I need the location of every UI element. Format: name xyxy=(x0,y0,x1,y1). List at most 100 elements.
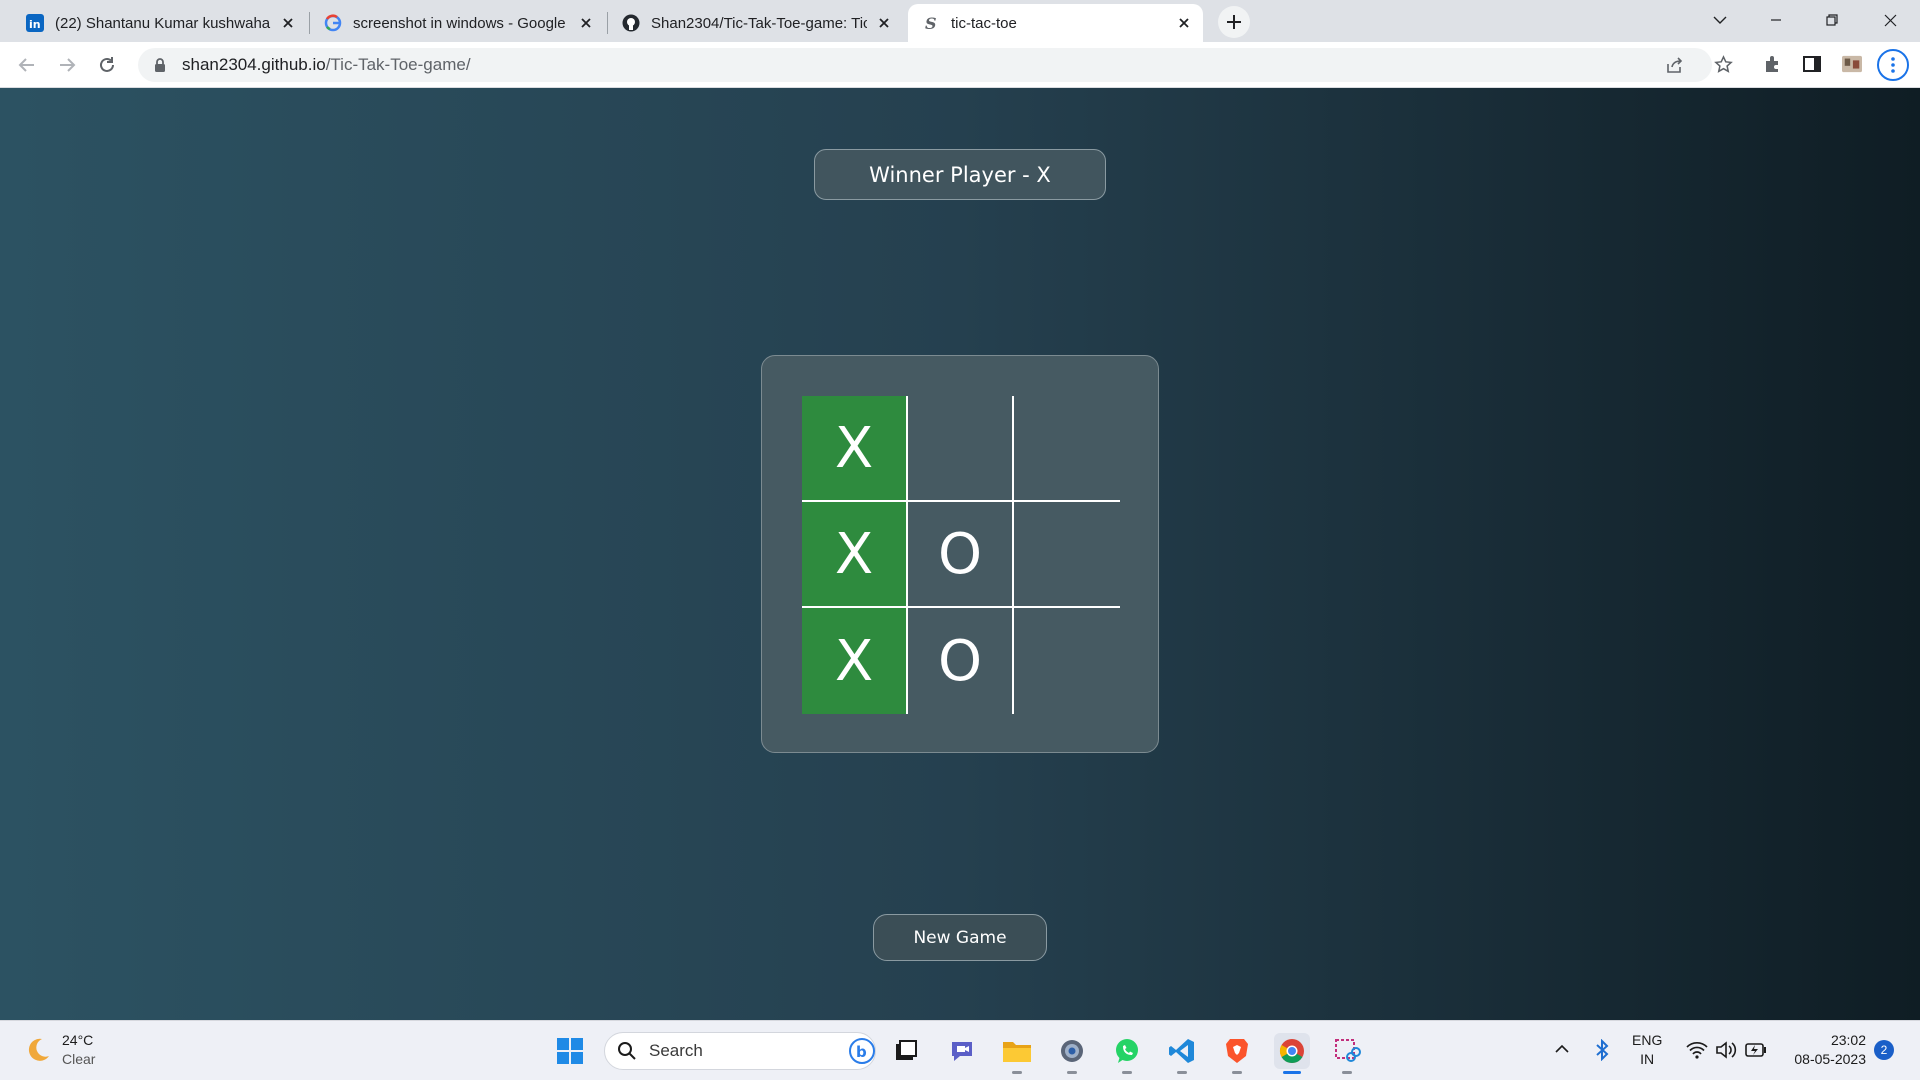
tab-title: screenshot in windows - Google xyxy=(353,14,566,32)
notification-badge[interactable]: 2 xyxy=(1874,1040,1894,1060)
file-explorer-button[interactable] xyxy=(999,1033,1035,1074)
gear-icon xyxy=(1061,1040,1083,1062)
profile-avatar[interactable] xyxy=(1842,54,1862,74)
board-cell-0-1[interactable] xyxy=(908,396,1014,502)
board-cell-0-2[interactable] xyxy=(1014,396,1120,502)
chrome-button[interactable] xyxy=(1274,1033,1310,1074)
url-text: shan2304.github.io/Tic-Tak-Toe-game/ xyxy=(182,55,471,75)
board-cell-2-2[interactable] xyxy=(1014,608,1120,714)
reload-button[interactable] xyxy=(91,49,123,81)
language-line2: IN xyxy=(1640,1051,1655,1067)
board-cell-1-0[interactable]: X xyxy=(802,502,908,608)
wifi-tray[interactable] xyxy=(1686,1039,1708,1061)
snipping-tool-icon xyxy=(1335,1039,1361,1062)
settings-button[interactable] xyxy=(1054,1033,1090,1074)
extensions-icon[interactable] xyxy=(1762,54,1782,74)
game-status: Winner Player - X xyxy=(814,149,1106,200)
close-tab-icon[interactable] xyxy=(1175,14,1193,32)
minimize-button[interactable] xyxy=(1748,0,1804,40)
language-indicator[interactable]: ENG IN xyxy=(1632,1031,1662,1069)
vscode-button[interactable] xyxy=(1164,1033,1200,1074)
vscode-icon xyxy=(1169,1039,1194,1063)
reload-icon xyxy=(100,57,114,72)
back-button[interactable] xyxy=(11,49,43,81)
language-line1: ENG xyxy=(1632,1032,1663,1048)
wifi-icon xyxy=(1686,1041,1708,1059)
tab-linkedin[interactable]: in (22) Shantanu Kumar kushwaha | xyxy=(12,4,307,42)
arrow-left-icon xyxy=(18,58,34,72)
kebab-menu-icon xyxy=(1891,57,1895,73)
bluetooth-icon xyxy=(1596,1039,1609,1061)
tab-tic-tac-toe[interactable]: S tic-tac-toe xyxy=(908,4,1203,42)
new-tab-button[interactable] xyxy=(1218,6,1250,38)
side-panel-icon[interactable] xyxy=(1802,54,1822,74)
browser-toolbar: shan2304.github.io/Tic-Tak-Toe-game/ xyxy=(0,42,1920,88)
running-indicator xyxy=(1342,1071,1352,1074)
show-hidden-icons[interactable] xyxy=(1552,1039,1572,1059)
task-view-icon xyxy=(896,1040,917,1060)
bing-icon: b xyxy=(849,1038,875,1064)
close-tab-icon[interactable] xyxy=(577,14,595,32)
running-indicator xyxy=(1177,1071,1187,1074)
tab-search-dropdown[interactable] xyxy=(1692,0,1748,40)
menu-button[interactable] xyxy=(1877,49,1909,81)
bookmark-star-icon[interactable] xyxy=(1713,54,1733,74)
close-tab-icon[interactable] xyxy=(875,14,893,32)
board-cell-1-2[interactable] xyxy=(1014,502,1120,608)
board-card: X X O X O xyxy=(761,355,1159,753)
board-cell-2-1[interactable]: O xyxy=(908,608,1014,714)
weather-widget[interactable]: 24°C Clear xyxy=(24,1031,95,1069)
site-icon: S xyxy=(922,14,940,32)
clock-time: 23:02 xyxy=(1830,1032,1866,1048)
url-path: /Tic-Tak-Toe-game/ xyxy=(325,55,471,74)
google-icon xyxy=(324,14,342,32)
volume-tray[interactable] xyxy=(1715,1039,1737,1061)
running-indicator xyxy=(1232,1071,1242,1074)
close-tab-icon[interactable] xyxy=(279,14,297,32)
tab-title: Shan2304/Tic-Tak-Toe-game: Tic xyxy=(651,14,867,32)
url-host: shan2304.github.io xyxy=(182,55,326,74)
arrow-right-icon xyxy=(60,58,76,72)
running-indicator xyxy=(1122,1071,1132,1074)
board-cell-2-0[interactable]: X xyxy=(802,608,908,714)
new-game-button[interactable]: New Game xyxy=(873,914,1047,961)
snipping-tool-button[interactable] xyxy=(1329,1033,1365,1074)
windows-start-icon xyxy=(557,1038,583,1064)
linkedin-icon: in xyxy=(26,14,44,32)
task-view-button[interactable] xyxy=(888,1033,924,1069)
taskbar-search[interactable]: Search b xyxy=(604,1032,876,1070)
system-clock[interactable]: 23:02 08-05-2023 xyxy=(1782,1031,1866,1069)
running-indicator xyxy=(1067,1071,1077,1074)
minimize-icon xyxy=(1771,19,1781,21)
github-icon xyxy=(622,14,640,32)
address-bar[interactable]: shan2304.github.io/Tic-Tak-Toe-game/ xyxy=(138,48,1712,82)
tab-google-search[interactable]: screenshot in windows - Google xyxy=(310,4,605,42)
tab-title: tic-tac-toe xyxy=(951,14,1017,32)
brave-button[interactable] xyxy=(1219,1033,1255,1074)
restore-button[interactable] xyxy=(1804,0,1860,40)
bluetooth-tray[interactable] xyxy=(1592,1039,1612,1061)
whatsapp-button[interactable] xyxy=(1109,1033,1145,1074)
clock-date: 08-05-2023 xyxy=(1794,1051,1866,1067)
svg-text:in: in xyxy=(29,18,41,31)
game-page: Winner Player - X X X O X O New Game xyxy=(0,88,1920,1020)
weather-condition: Clear xyxy=(62,1051,96,1067)
teams-chat-button[interactable] xyxy=(944,1033,980,1069)
tab-github[interactable]: Shan2304/Tic-Tak-Toe-game: Tic xyxy=(608,4,903,42)
forward-button[interactable] xyxy=(51,49,83,81)
whatsapp-icon xyxy=(1116,1039,1138,1063)
svg-text:b: b xyxy=(856,1043,867,1061)
battery-charging-icon xyxy=(1745,1043,1766,1057)
lock-icon xyxy=(152,57,168,73)
share-icon[interactable] xyxy=(1665,55,1685,75)
chrome-icon xyxy=(1279,1039,1304,1064)
speaker-icon xyxy=(1716,1041,1737,1059)
close-window-button[interactable] xyxy=(1862,0,1918,40)
start-button[interactable] xyxy=(552,1033,588,1069)
svg-text:S: S xyxy=(925,14,937,32)
running-indicator xyxy=(1012,1071,1022,1074)
close-icon xyxy=(1884,14,1896,26)
battery-tray[interactable] xyxy=(1745,1039,1767,1061)
board-cell-0-0[interactable]: X xyxy=(802,396,908,502)
board-cell-1-1[interactable]: O xyxy=(908,502,1014,608)
